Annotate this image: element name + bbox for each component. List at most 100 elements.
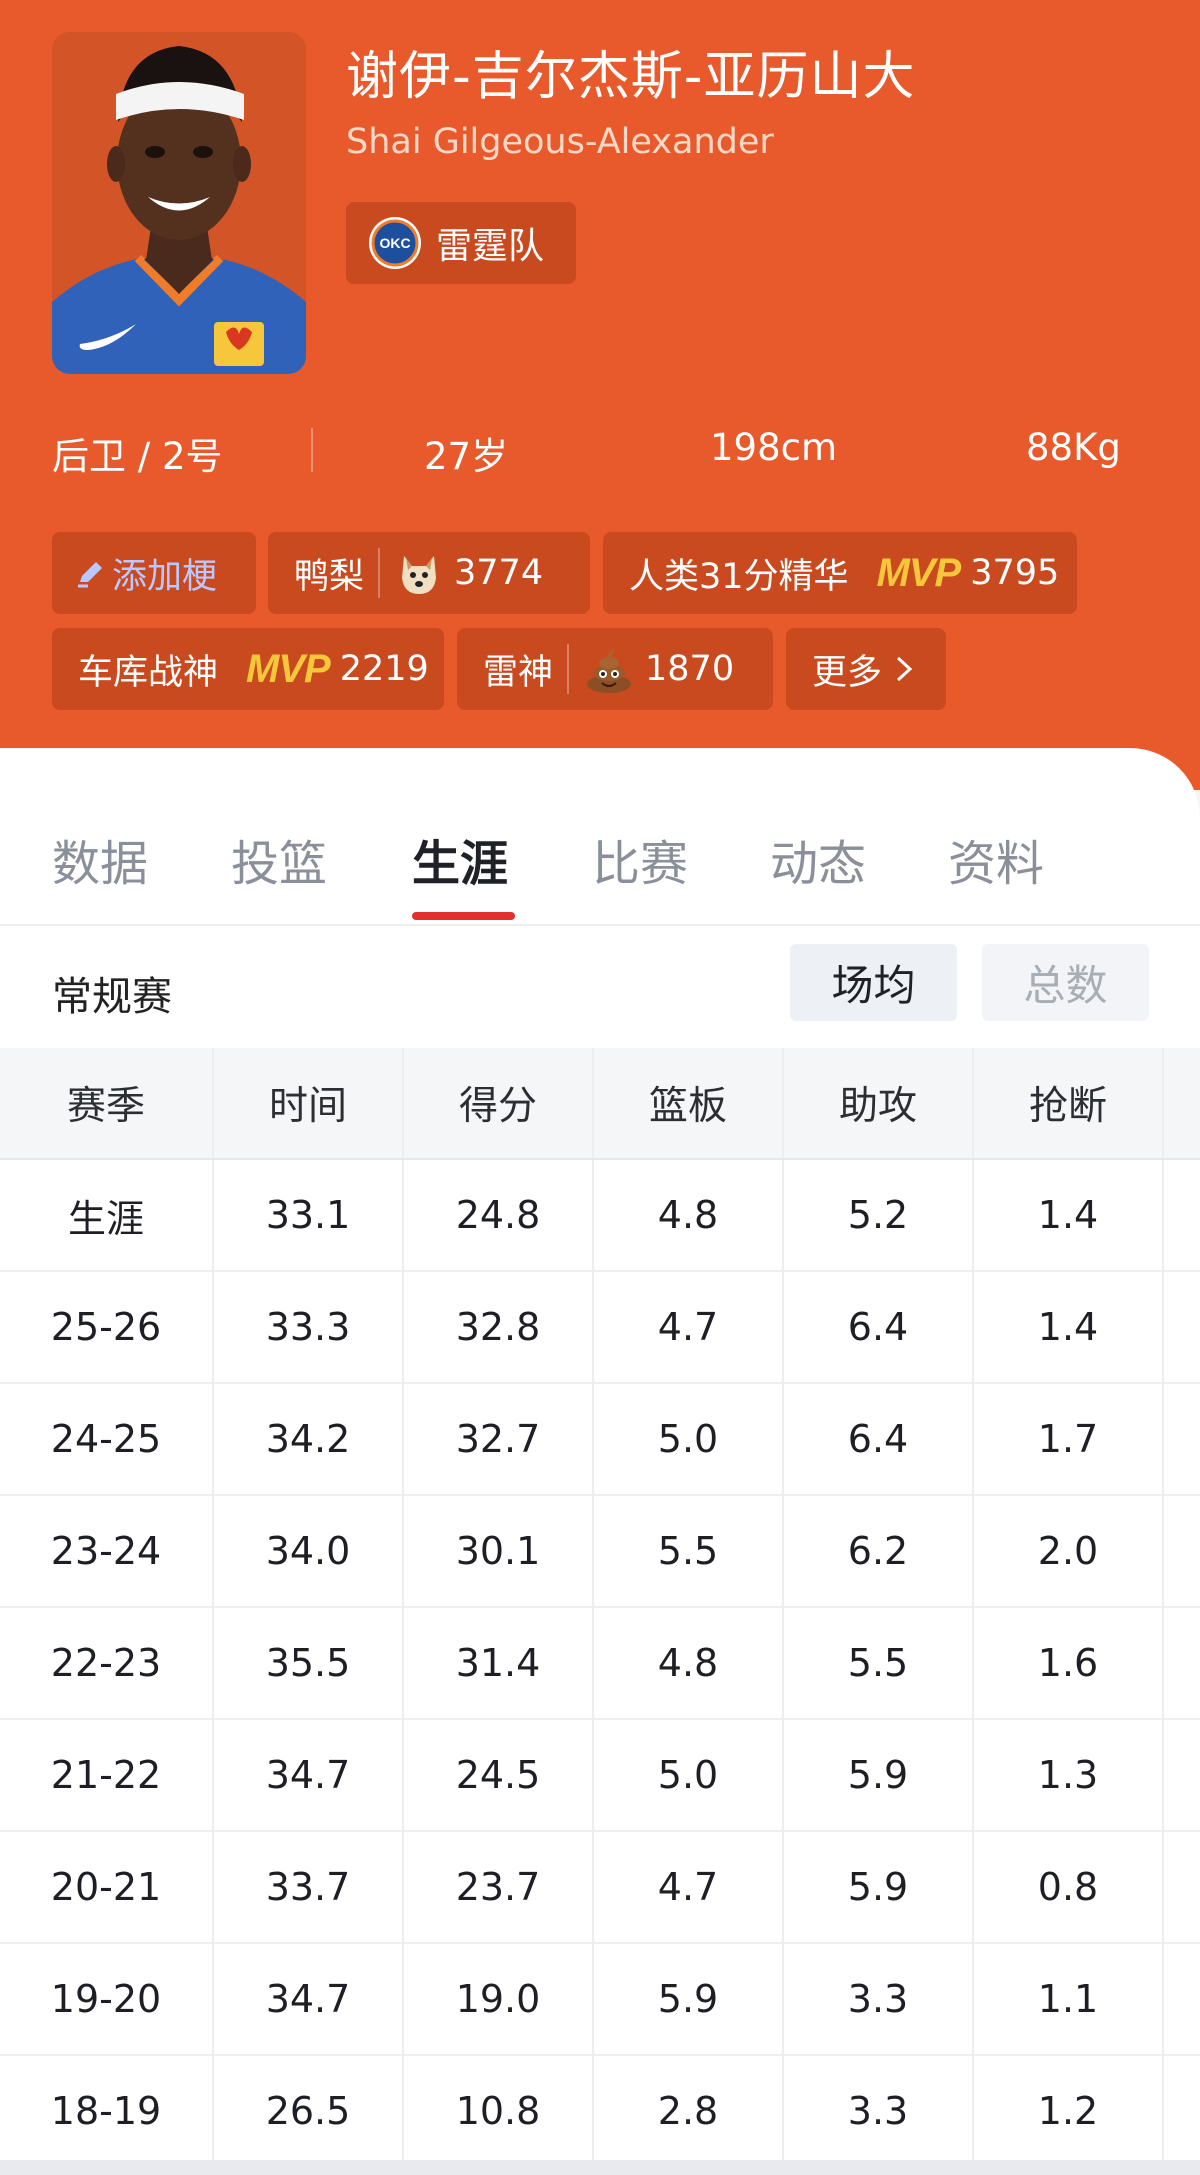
cell-assists: 6.4 bbox=[784, 1384, 974, 1494]
cell-minutes: 33.7 bbox=[214, 1832, 404, 1942]
cell-season: 23-24 bbox=[0, 1496, 214, 1606]
tag-count: 3774 bbox=[454, 553, 544, 593]
table-body: 生涯 33.1 24.8 4.8 5.2 1.4 25-26 33.3 32.8 4.7 6.4 1.… bbox=[0, 1160, 1200, 2168]
active-tab-indicator bbox=[412, 912, 515, 920]
header-points: 得分 bbox=[404, 1048, 594, 1158]
cell-season: 18-19 bbox=[0, 2056, 214, 2166]
career-stats-table: 赛季 时间 得分 篮板 助攻 抢断 生涯 33.1 24.8 4.8 5.2 1.4 25-… bbox=[0, 1048, 1200, 2168]
tab-shooting[interactable]: 投篮 bbox=[231, 824, 327, 894]
cell-assists: 6.2 bbox=[784, 1496, 974, 1606]
table-row: 22-23 35.5 31.4 4.8 5.5 1.6 bbox=[0, 1608, 1200, 1720]
tab-data[interactable]: 数据 bbox=[52, 824, 148, 894]
cell-minutes: 34.2 bbox=[214, 1384, 404, 1494]
mvp-badge-icon: MVP bbox=[246, 646, 331, 691]
cell-season: 21-22 bbox=[0, 1720, 214, 1830]
tag-count: 2219 bbox=[339, 649, 429, 689]
tag-label: 车库战神 bbox=[78, 652, 219, 693]
cell-steals: 1.2 bbox=[974, 2056, 1164, 2166]
tag-label: 人类31分精华 bbox=[629, 556, 849, 597]
tag-divider bbox=[567, 644, 570, 694]
table-row: 20-21 33.7 23.7 4.7 5.9 0.8 bbox=[0, 1832, 1200, 1944]
cell-minutes: 26.5 bbox=[214, 2056, 404, 2166]
player-header: 谢伊-吉尔杰斯-亚历山大 Shai Gilgeous-Alexander OKC… bbox=[0, 0, 1200, 790]
tag-chip-1[interactable]: 鸭梨 3774 bbox=[268, 532, 590, 614]
cell-steals: 1.4 bbox=[974, 1160, 1164, 1270]
cell-minutes: 33.1 bbox=[214, 1160, 404, 1270]
cell-rebounds: 5.0 bbox=[594, 1720, 784, 1830]
cell-steals: 1.3 bbox=[974, 1720, 1164, 1830]
cell-assists: 5.9 bbox=[784, 1832, 974, 1942]
cell-assists: 3.3 bbox=[784, 2056, 974, 2166]
cell-assists: 5.9 bbox=[784, 1720, 974, 1830]
cell-points: 30.1 bbox=[404, 1496, 594, 1606]
svg-text:OKC: OKC bbox=[379, 235, 410, 251]
poop-icon bbox=[587, 649, 632, 693]
cell-steals: 1.7 bbox=[974, 1384, 1164, 1494]
player-bio-row: 后卫 / 2号 27岁 198cm 88Kg bbox=[0, 420, 1200, 480]
team-button[interactable]: OKC 雷霆队 bbox=[346, 202, 576, 284]
header-rebounds: 篮板 bbox=[594, 1048, 784, 1158]
cell-assists: 5.5 bbox=[784, 1608, 974, 1718]
cell-points: 19.0 bbox=[404, 1944, 594, 2054]
cell-season: 生涯 bbox=[0, 1160, 214, 1270]
tab-profile[interactable]: 资料 bbox=[948, 824, 1044, 894]
cell-rebounds: 2.8 bbox=[594, 2056, 784, 2166]
tag-chip-4[interactable]: 雷神 1870 bbox=[457, 628, 773, 710]
header-steals: 抢断 bbox=[974, 1048, 1164, 1158]
cell-rebounds: 4.8 bbox=[594, 1160, 784, 1270]
player-age: 27岁 bbox=[424, 435, 509, 478]
cell-season: 25-26 bbox=[0, 1272, 214, 1382]
add-tag-button[interactable]: 添加梗 bbox=[52, 532, 256, 614]
player-name-cn: 谢伊-吉尔杰斯-亚历山大 bbox=[346, 47, 916, 107]
cell-minutes: 34.0 bbox=[214, 1496, 404, 1606]
tab-games[interactable]: 比赛 bbox=[592, 824, 688, 894]
cell-rebounds: 4.7 bbox=[594, 1832, 784, 1942]
team-logo-icon: OKC bbox=[369, 217, 421, 269]
table-row: 21-22 34.7 24.5 5.0 5.9 1.3 bbox=[0, 1720, 1200, 1832]
tab-bar-divider bbox=[0, 924, 1200, 926]
cell-season: 24-25 bbox=[0, 1384, 214, 1494]
tag-label: 雷神 bbox=[483, 652, 554, 693]
section-title: 常规赛 bbox=[52, 974, 172, 1020]
add-tag-label: 添加梗 bbox=[112, 556, 218, 597]
pencil-icon bbox=[78, 562, 102, 588]
player-position: 后卫 / 2号 bbox=[52, 435, 223, 478]
cell-points: 24.5 bbox=[404, 1720, 594, 1830]
cell-season: 22-23 bbox=[0, 1608, 214, 1718]
table-row: 23-24 34.0 30.1 5.5 6.2 2.0 bbox=[0, 1496, 1200, 1608]
cell-steals: 1.1 bbox=[974, 1944, 1164, 2054]
cell-steals: 2.0 bbox=[974, 1496, 1164, 1606]
more-tags-label: 更多 bbox=[812, 652, 883, 693]
tag-count: 1870 bbox=[645, 649, 735, 689]
cell-minutes: 34.7 bbox=[214, 1720, 404, 1830]
per-game-toggle[interactable]: 场均 bbox=[790, 944, 957, 1021]
totals-toggle[interactable]: 总数 bbox=[982, 944, 1149, 1021]
cell-points: 32.8 bbox=[404, 1272, 594, 1382]
tag-chip-2[interactable]: 人类31分精华 MVP 3795 bbox=[603, 532, 1077, 614]
tab-career[interactable]: 生涯 bbox=[412, 824, 508, 894]
doge-icon bbox=[402, 556, 437, 594]
table-row: 24-25 34.2 32.7 5.0 6.4 1.7 bbox=[0, 1384, 1200, 1496]
tag-chip-3[interactable]: 车库战神 MVP 2219 bbox=[52, 628, 444, 710]
cell-steals: 0.8 bbox=[974, 1832, 1164, 1942]
bio-divider bbox=[311, 428, 313, 472]
table-row: 19-20 34.7 19.0 5.9 3.3 1.1 bbox=[0, 1944, 1200, 2056]
tag-label: 鸭梨 bbox=[294, 556, 365, 597]
tab-news[interactable]: 动态 bbox=[770, 824, 866, 894]
more-tags-button[interactable]: 更多 bbox=[786, 628, 946, 710]
header-minutes: 时间 bbox=[214, 1048, 404, 1158]
cell-season: 20-21 bbox=[0, 1832, 214, 1942]
cell-rebounds: 4.8 bbox=[594, 1608, 784, 1718]
cell-points: 23.7 bbox=[404, 1832, 594, 1942]
cell-minutes: 33.3 bbox=[214, 1272, 404, 1382]
cell-season: 19-20 bbox=[0, 1944, 214, 2054]
player-avatar bbox=[52, 32, 306, 374]
chevron-right-icon bbox=[897, 656, 913, 682]
player-weight: 88Kg bbox=[1026, 426, 1121, 469]
cell-rebounds: 5.5 bbox=[594, 1496, 784, 1606]
cell-rebounds: 5.0 bbox=[594, 1384, 784, 1494]
cell-assists: 5.2 bbox=[784, 1160, 974, 1270]
tag-count: 3795 bbox=[970, 553, 1060, 593]
cell-points: 31.4 bbox=[404, 1608, 594, 1718]
cell-points: 32.7 bbox=[404, 1384, 594, 1494]
